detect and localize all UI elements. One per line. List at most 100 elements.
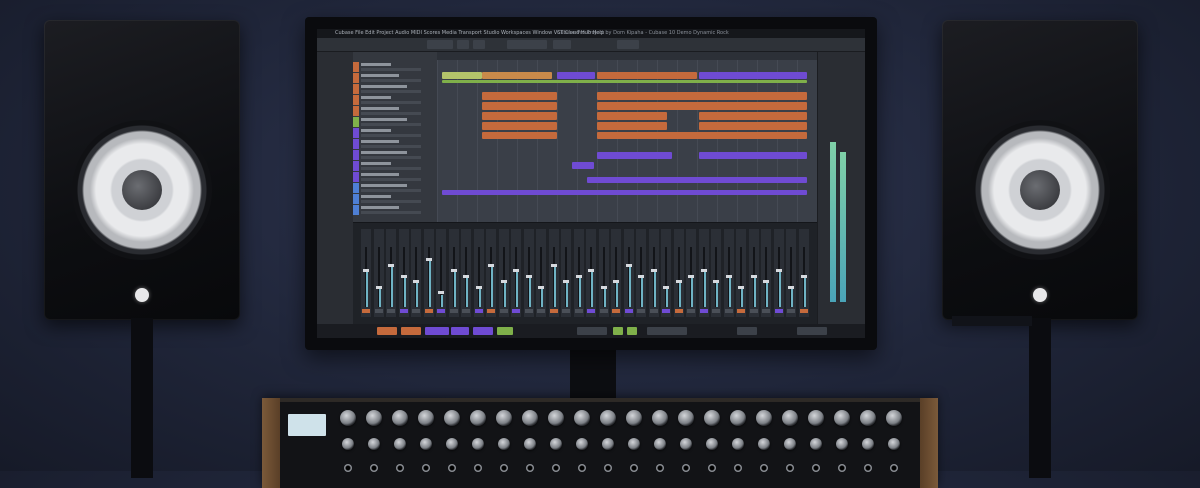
toolbar-control	[427, 40, 453, 49]
channel-meter	[491, 265, 493, 307]
mixer-channel-strip	[361, 229, 371, 317]
grid-line	[577, 60, 578, 222]
track-color-tag	[353, 194, 359, 204]
channel-meter	[366, 271, 368, 307]
fader-track	[627, 247, 631, 307]
synth-knob	[576, 438, 588, 450]
channel-meter	[716, 283, 718, 307]
synth-knob	[704, 410, 720, 426]
mixer-channel-strip	[748, 229, 759, 317]
channel-meter	[616, 283, 618, 307]
track-name	[361, 140, 399, 143]
fader-track	[540, 247, 543, 307]
synth-knob	[522, 410, 538, 426]
speaker-stand-plate	[952, 316, 1032, 326]
channel-meter	[628, 265, 631, 307]
fader-cap	[650, 269, 657, 272]
channel-meter	[503, 283, 506, 307]
speaker-stand-left	[131, 318, 153, 478]
grid-line	[517, 60, 518, 222]
timeline-clip	[442, 190, 807, 195]
mixer-channel-strip	[548, 229, 559, 317]
synth-knob	[392, 410, 408, 426]
channel-meter	[691, 277, 693, 307]
track-name	[361, 129, 391, 132]
track-color-tag	[353, 139, 359, 149]
synth-knob	[628, 438, 640, 450]
timeline-clip	[597, 132, 807, 139]
fader-cap	[538, 286, 544, 289]
fader-cap	[388, 264, 394, 267]
fader-cap	[575, 275, 582, 278]
synth-knob	[394, 438, 406, 450]
channel-meter	[666, 289, 668, 307]
fader-cap	[775, 269, 782, 272]
synth-knob	[420, 438, 432, 450]
grid-line	[697, 60, 698, 222]
channel-label	[762, 309, 770, 313]
synth-knob	[626, 410, 642, 426]
synth-knob	[574, 410, 590, 426]
synth-knob	[706, 438, 718, 450]
timeline-clip	[482, 102, 557, 110]
grid-line	[617, 60, 618, 222]
synth-knob	[680, 438, 692, 450]
synth-knob	[366, 410, 382, 426]
fader-track	[477, 247, 481, 307]
channel-meter	[728, 277, 731, 307]
mixer-channel-strip	[473, 229, 484, 317]
mixer-channel-strip	[461, 229, 471, 317]
fader-cap	[675, 280, 682, 283]
fader-cap	[363, 269, 369, 272]
channel-meter	[378, 289, 381, 307]
daw-menubar: Cubase File Edit Project Audio MIDI Scor…	[317, 29, 865, 38]
channel-label	[399, 309, 408, 313]
fader-track	[665, 247, 668, 307]
synth-knob	[758, 438, 770, 450]
synth-wood-cheek-left	[262, 398, 280, 488]
mixer-channel-strip	[648, 229, 659, 317]
channel-label	[662, 309, 670, 313]
channel-label	[612, 309, 620, 313]
track-color-tag	[353, 106, 359, 116]
mixer-channel-strip	[511, 229, 521, 317]
channel-meter	[678, 283, 681, 307]
studio-speaker-left	[44, 20, 240, 320]
mixer-channel-strip	[661, 229, 671, 317]
mixer-channel-strip	[698, 229, 709, 317]
grid-line	[537, 60, 538, 222]
timeline-clip	[597, 122, 667, 130]
mixer-channel-strip	[723, 229, 734, 317]
fader-cap	[488, 264, 494, 267]
fader-track	[415, 247, 418, 307]
fader-cap	[475, 286, 482, 289]
grid-line	[597, 60, 598, 222]
fader-cap	[613, 280, 619, 283]
mixer-channel-strip	[798, 229, 809, 317]
grid-line	[477, 60, 478, 222]
track-color-tag	[353, 161, 359, 171]
channel-meter	[791, 289, 793, 307]
mixer-channel-strip	[761, 229, 771, 317]
fader-track	[490, 247, 493, 307]
channel-meter	[703, 271, 706, 307]
track-name	[361, 118, 407, 121]
timeline-clip	[482, 132, 557, 139]
fader-cap	[438, 291, 444, 294]
track-controls	[361, 101, 421, 104]
track-name	[361, 206, 399, 209]
transport-control	[613, 327, 623, 335]
fader-track	[602, 247, 606, 307]
mixer-channel-strip	[586, 229, 596, 317]
mixer-channel-strip	[623, 229, 634, 317]
synth-knob	[730, 410, 746, 426]
channel-meter	[766, 283, 768, 307]
synth-knob	[418, 410, 434, 426]
transport-control	[451, 327, 469, 335]
fader-track	[552, 247, 556, 307]
synth-knob	[548, 410, 564, 426]
grid-line	[497, 60, 498, 222]
track-name	[361, 63, 391, 66]
daw-inspector	[317, 52, 354, 324]
grid-line	[557, 60, 558, 222]
